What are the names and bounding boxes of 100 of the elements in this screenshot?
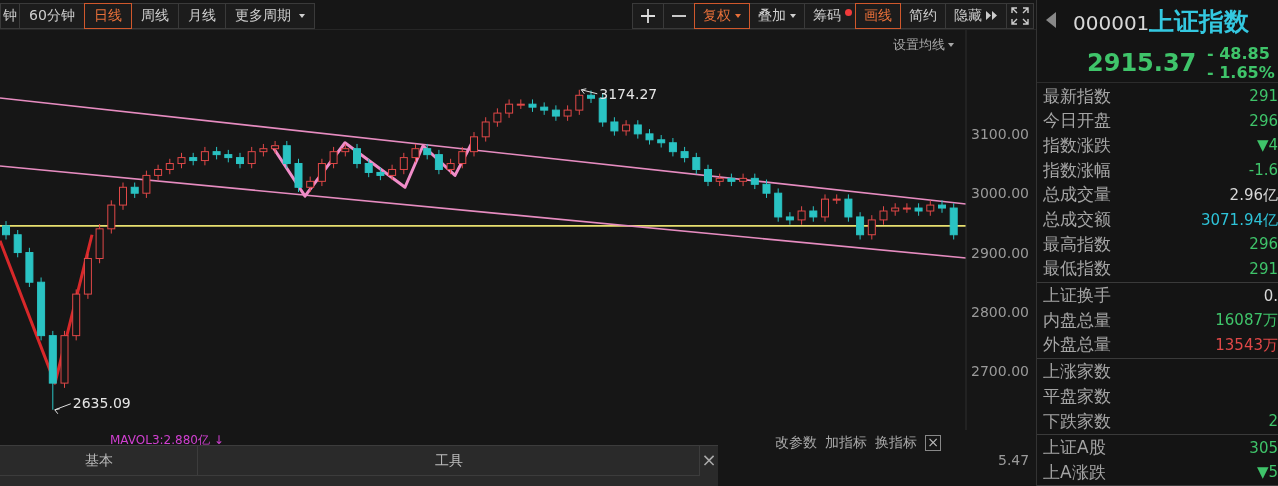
field-value: -1.6 xyxy=(1248,160,1278,182)
indicator-action-link[interactable]: 改参数 xyxy=(775,432,817,453)
candle xyxy=(879,205,888,226)
annotation-arrow xyxy=(580,88,598,95)
candle xyxy=(481,116,490,143)
candle xyxy=(107,199,116,235)
field-value: 16087万 xyxy=(1215,310,1278,332)
zoom-out-button[interactable] xyxy=(663,2,695,29)
candle xyxy=(189,152,198,166)
candle xyxy=(762,179,771,199)
candle xyxy=(423,143,432,160)
period-tab[interactable]: 钟 xyxy=(0,2,20,29)
candle xyxy=(505,98,514,119)
field-label: 上A涨跌 xyxy=(1043,460,1106,484)
back-arrow-icon[interactable] xyxy=(1046,12,1056,28)
candle xyxy=(247,146,256,169)
candle xyxy=(364,158,373,178)
field-value: 2 xyxy=(1268,411,1278,433)
period-tab[interactable]: 日线 xyxy=(83,2,132,29)
candle xyxy=(399,152,408,175)
candle xyxy=(271,140,280,154)
minus-icon xyxy=(672,14,686,17)
period-tab[interactable]: 60分钟 xyxy=(19,2,85,29)
period-tab[interactable]: 更多周期 xyxy=(224,2,315,29)
candle xyxy=(633,119,642,140)
period-tab[interactable]: 月线 xyxy=(177,2,226,29)
field-label: 总成交量 xyxy=(1043,183,1111,207)
candle xyxy=(388,164,397,181)
plus-icon xyxy=(641,8,655,23)
candle xyxy=(25,247,34,288)
fullscreen-button[interactable] xyxy=(1006,2,1034,29)
field-value: ▼5 xyxy=(1256,462,1278,484)
field-label: 最高指数 xyxy=(1043,232,1111,256)
toolbar-button[interactable]: 叠加 xyxy=(749,2,805,29)
field-label: 外盘总量 xyxy=(1043,333,1111,357)
candle xyxy=(376,167,385,181)
candle xyxy=(154,164,163,181)
field-label: 最新指数 xyxy=(1043,84,1111,108)
axis-label: 3100.00 xyxy=(971,125,1029,142)
candle xyxy=(914,202,923,217)
candle xyxy=(867,214,876,240)
toolbar-button[interactable]: 画线 xyxy=(855,2,901,29)
candle xyxy=(130,182,139,199)
candle xyxy=(832,193,841,205)
field-value: ▼4 xyxy=(1256,135,1278,157)
candle xyxy=(434,149,443,175)
stock-code: 000001 xyxy=(1073,11,1150,37)
candle xyxy=(821,193,829,223)
zoom-in-button[interactable] xyxy=(632,2,664,29)
candle xyxy=(165,158,174,175)
candle xyxy=(224,149,233,163)
panel-tab[interactable]: 工具 xyxy=(198,446,700,476)
axis-label: 2800.00 xyxy=(971,303,1029,320)
caret-icon xyxy=(948,42,954,47)
toolbar-button[interactable]: 复权 xyxy=(694,2,750,29)
price-change: - 48.85 xyxy=(1207,43,1270,65)
panel-tab[interactable]: 基本 xyxy=(0,446,198,476)
candle xyxy=(60,330,69,389)
field-label: 上证A股 xyxy=(1043,436,1106,460)
toolbar-button[interactable]: 简约 xyxy=(900,2,946,29)
close-button[interactable]: × xyxy=(925,434,941,451)
candle xyxy=(282,140,291,169)
indicator-action-link[interactable]: 加指标 xyxy=(825,432,867,453)
candle xyxy=(774,187,783,223)
ma-settings-dropdown[interactable]: 设置均线 xyxy=(893,35,954,55)
stock-name: 上证指数 xyxy=(1149,6,1249,38)
candle xyxy=(692,152,701,175)
candle xyxy=(891,202,900,217)
axis-label: 3000.00 xyxy=(971,185,1029,202)
candle xyxy=(563,104,572,122)
candle xyxy=(2,220,10,240)
toolbar-button[interactable]: 隐藏 xyxy=(945,2,1007,29)
close-button[interactable]: × xyxy=(700,446,718,486)
candle xyxy=(446,158,455,175)
candle xyxy=(516,98,525,110)
annotation-label: 2635.09 xyxy=(72,394,131,411)
candle xyxy=(926,199,935,217)
field-label: 总成交额 xyxy=(1043,208,1111,232)
candle xyxy=(83,253,92,300)
candle xyxy=(259,143,268,157)
candle xyxy=(119,182,127,211)
toolbar-button[interactable]: 筹码 xyxy=(804,2,856,29)
candle xyxy=(668,137,677,157)
field-value: 291 xyxy=(1249,86,1278,108)
candle xyxy=(142,170,151,199)
candle xyxy=(844,193,853,223)
field-value: 296 xyxy=(1249,110,1278,132)
candle xyxy=(704,164,712,187)
candle xyxy=(785,211,794,226)
axis-label: 2900.00 xyxy=(971,244,1029,261)
candle xyxy=(949,202,958,240)
field-value: 13543万 xyxy=(1215,334,1278,356)
indicator-action-link[interactable]: 换指标 xyxy=(875,432,917,453)
annotation-label: 3174.27 xyxy=(599,85,658,102)
candle xyxy=(95,223,104,264)
candle xyxy=(353,143,361,169)
period-tab[interactable]: 周线 xyxy=(130,2,179,29)
current-price: 2915.37 xyxy=(1087,48,1197,79)
candle xyxy=(727,173,736,187)
candle xyxy=(551,104,560,122)
